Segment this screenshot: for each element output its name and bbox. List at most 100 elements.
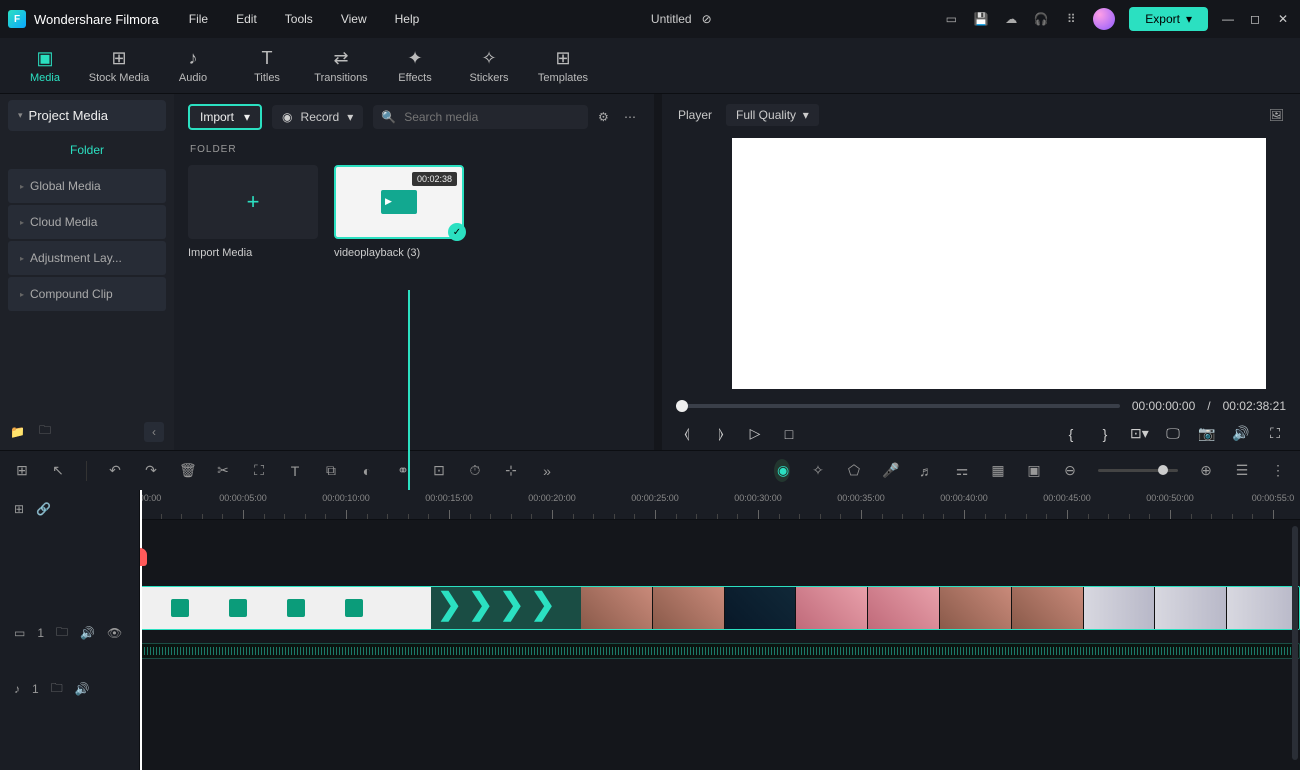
eye-icon[interactable]: 👁 bbox=[107, 626, 122, 640]
sidebar-item-cloud-media[interactable]: Cloud Media bbox=[8, 205, 166, 239]
tab-media[interactable]: ▣Media bbox=[8, 38, 82, 94]
filter-icon[interactable]: ⚙ bbox=[598, 110, 614, 124]
video-track[interactable] bbox=[140, 586, 1300, 641]
text-icon[interactable]: T bbox=[287, 463, 303, 479]
link-icon[interactable]: ⚭ bbox=[395, 462, 411, 479]
fit-icon[interactable]: ⊹ bbox=[503, 462, 519, 479]
color-icon[interactable]: ◐ bbox=[359, 463, 375, 479]
headset-icon[interactable]: 🎧 bbox=[1033, 11, 1049, 27]
zoom-in-icon[interactable]: ⊕ bbox=[1198, 462, 1214, 479]
tab-transitions[interactable]: ⇄Transitions bbox=[304, 38, 378, 94]
menu-file[interactable]: File bbox=[189, 12, 208, 26]
minimize-icon[interactable]: — bbox=[1222, 12, 1236, 26]
folder-label[interactable]: Folder bbox=[0, 131, 174, 169]
stop-icon[interactable]: □ bbox=[780, 426, 798, 442]
lock-icon[interactable]: 🗀 bbox=[56, 623, 68, 644]
timeline-clip[interactable] bbox=[140, 586, 1300, 630]
star-icon[interactable]: ✧ bbox=[810, 462, 826, 479]
ratio-icon[interactable]: ⊡▾ bbox=[1130, 425, 1148, 442]
cut-icon[interactable]: ✂ bbox=[215, 462, 231, 479]
snapshot-icon[interactable]: 🖼 bbox=[1269, 108, 1284, 122]
next-frame-icon[interactable]: ⦊ bbox=[712, 425, 730, 442]
mark-out-icon[interactable]: } bbox=[1096, 426, 1114, 442]
crop-icon[interactable]: ⛶ bbox=[251, 462, 267, 479]
music-icon[interactable]: ♬ bbox=[918, 463, 934, 479]
layout-icon[interactable]: ⊞ bbox=[14, 462, 30, 479]
cloud-icon[interactable]: ☁ bbox=[1003, 11, 1019, 27]
mic-icon[interactable]: 🎤 bbox=[882, 462, 898, 479]
mark-in-icon[interactable]: { bbox=[1062, 426, 1080, 442]
tracks-icon[interactable]: ⊞ bbox=[14, 502, 24, 516]
timeline-body[interactable]: 00:0000:00:05:0000:00:10:0000:00:15:0000… bbox=[140, 490, 1300, 770]
preview-canvas[interactable] bbox=[732, 138, 1266, 389]
sidebar-item-compound-clip[interactable]: Compound Clip bbox=[8, 277, 166, 311]
volume-icon[interactable]: 🔊 bbox=[1232, 425, 1250, 442]
user-avatar[interactable] bbox=[1093, 8, 1115, 30]
collapse-sidebar-icon[interactable]: ‹ bbox=[144, 422, 164, 442]
zoom-out-icon[interactable]: ⊖ bbox=[1062, 462, 1078, 479]
pointer-icon[interactable]: ↖ bbox=[50, 462, 66, 479]
options-icon[interactable]: ⋮ bbox=[1270, 462, 1286, 479]
apps-icon[interactable]: ⠿ bbox=[1063, 11, 1079, 27]
group-icon[interactable]: ⊡ bbox=[431, 462, 447, 479]
zoom-slider[interactable] bbox=[1098, 469, 1178, 472]
fullscreen-icon[interactable]: ⛶ bbox=[1266, 425, 1284, 442]
more-icon[interactable]: ⋯ bbox=[624, 110, 640, 124]
save-icon[interactable]: 💾 bbox=[973, 11, 989, 27]
import-button[interactable]: Import ▾ bbox=[188, 104, 262, 130]
project-media-header[interactable]: Project Media bbox=[8, 100, 166, 131]
maximize-icon[interactable]: ◻ bbox=[1250, 12, 1264, 26]
quality-select[interactable]: Full Quality ▾ bbox=[726, 104, 819, 126]
sidebar-item-global-media[interactable]: Global Media bbox=[8, 169, 166, 203]
timeline-ruler[interactable]: 00:0000:00:05:0000:00:10:0000:00:15:0000… bbox=[140, 490, 1300, 520]
tab-effects[interactable]: ✦Effects bbox=[378, 38, 452, 94]
player-tab[interactable]: Player bbox=[678, 108, 712, 122]
tab-titles[interactable]: TTitles bbox=[230, 38, 304, 94]
tab-audio[interactable]: ♪Audio bbox=[156, 38, 230, 94]
lock-icon[interactable]: 🗀 bbox=[51, 679, 63, 700]
playhead[interactable] bbox=[140, 490, 142, 770]
new-bin-icon[interactable]: 🗀 bbox=[39, 421, 51, 442]
scrub-track[interactable] bbox=[676, 404, 1120, 408]
menu-view[interactable]: View bbox=[341, 12, 367, 26]
import-media-card[interactable]: + Import Media bbox=[188, 165, 318, 259]
record-button[interactable]: ◉ Record ▾ bbox=[272, 105, 363, 129]
timeline-scrollbar[interactable] bbox=[1292, 526, 1298, 760]
video-track-header[interactable]: ▭ 1 🗀 🔊 👁 bbox=[0, 618, 139, 648]
sidebar-item-adjustment-layer[interactable]: Adjustment Lay... bbox=[8, 241, 166, 275]
mute-icon[interactable]: 🔊 bbox=[75, 682, 90, 696]
audio-track[interactable] bbox=[140, 681, 1300, 721]
audio-track-header[interactable]: ♪ 1 🗀 🔊 bbox=[0, 674, 139, 704]
list-view-icon[interactable]: ☰ bbox=[1234, 462, 1250, 479]
render-icon[interactable]: ▦ bbox=[990, 462, 1006, 479]
copy-icon[interactable]: ⧉ bbox=[323, 462, 339, 479]
menu-edit[interactable]: Edit bbox=[236, 12, 257, 26]
more-tools-icon[interactable]: » bbox=[539, 463, 555, 479]
mute-icon[interactable]: 🔊 bbox=[80, 626, 95, 640]
link-tracks-icon[interactable]: 🔗 bbox=[36, 502, 51, 516]
close-icon[interactable]: ✕ bbox=[1278, 12, 1292, 26]
speed-icon[interactable]: ⏱ bbox=[467, 462, 483, 479]
play-icon[interactable]: ▷ bbox=[746, 425, 764, 442]
mixer-icon[interactable]: ⚎ bbox=[954, 462, 970, 479]
marker-icon[interactable]: ⬠ bbox=[846, 462, 862, 479]
redo-icon[interactable]: ↷ bbox=[143, 462, 159, 479]
new-folder-icon[interactable]: 📁 bbox=[10, 425, 25, 439]
menu-tools[interactable]: Tools bbox=[285, 12, 313, 26]
tab-stickers[interactable]: ✧Stickers bbox=[452, 38, 526, 94]
camera-icon[interactable]: 📷 bbox=[1198, 425, 1216, 442]
tab-templates[interactable]: ⊞Templates bbox=[526, 38, 600, 94]
tab-stock-media[interactable]: ⊞Stock Media bbox=[82, 38, 156, 94]
prev-frame-icon[interactable]: ⦉ bbox=[678, 425, 696, 442]
menu-help[interactable]: Help bbox=[395, 12, 420, 26]
media-clip-card[interactable]: 00:02:38 ✓ videoplayback (3) bbox=[334, 165, 464, 259]
display-icon[interactable]: 🖵 bbox=[1164, 425, 1182, 442]
snap-icon[interactable]: ▣ bbox=[1026, 462, 1042, 479]
search-icon: 🔍 bbox=[381, 110, 396, 124]
device-icon[interactable]: ▭ bbox=[943, 11, 959, 27]
export-button[interactable]: Export ▾ bbox=[1129, 7, 1208, 31]
delete-icon[interactable]: 🗑 bbox=[179, 462, 195, 479]
auto-icon[interactable]: ◉ bbox=[774, 459, 790, 482]
undo-icon[interactable]: ↶ bbox=[107, 462, 123, 479]
search-input[interactable] bbox=[404, 110, 580, 124]
